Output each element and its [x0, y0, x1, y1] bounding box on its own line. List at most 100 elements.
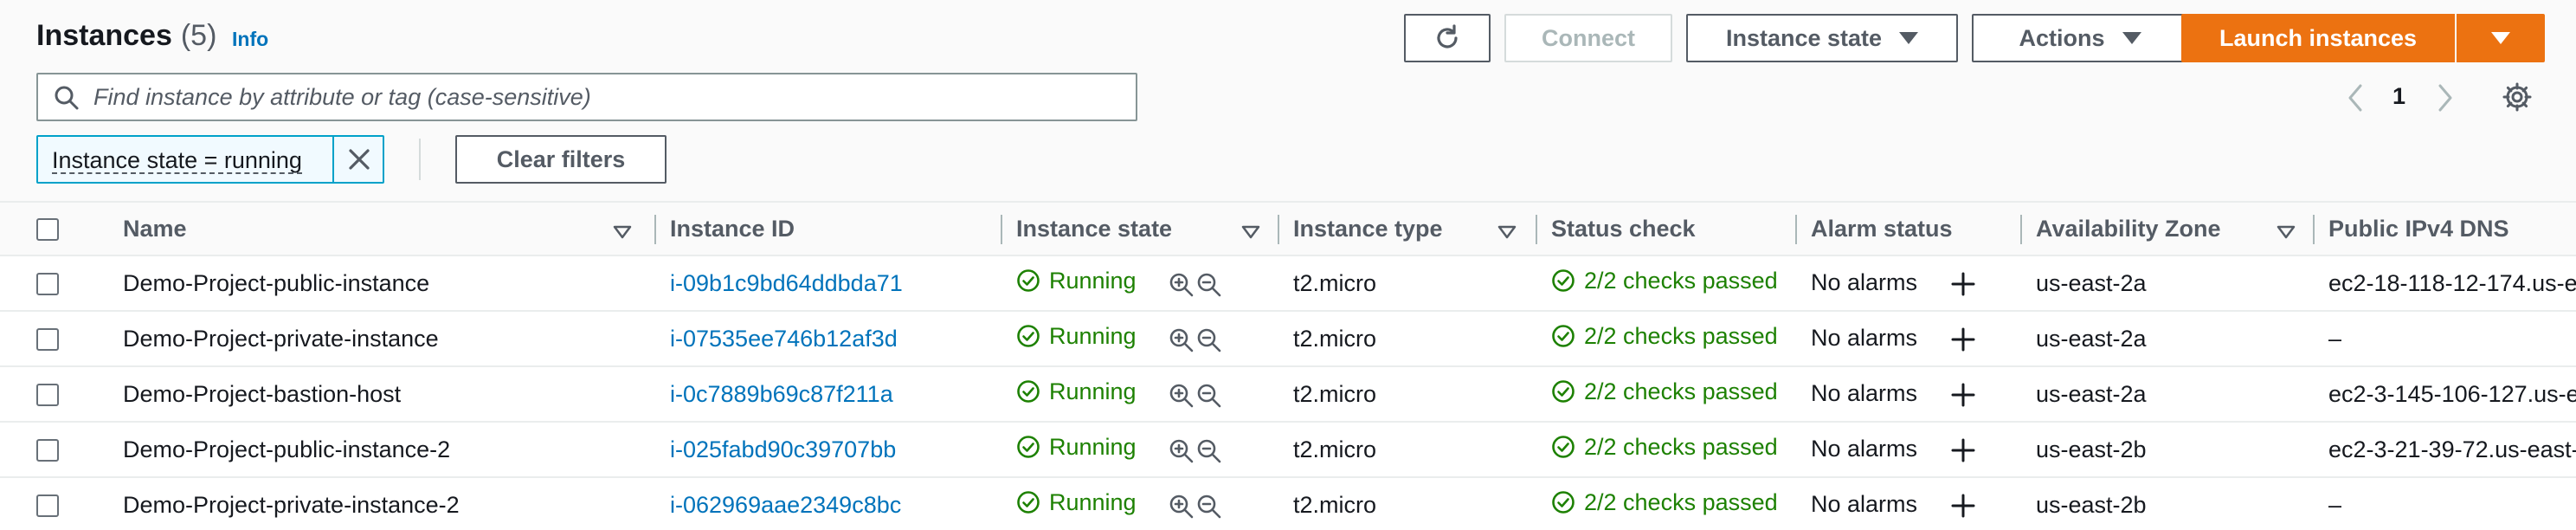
table-row[interactable]: Demo-Project-private-instance i-07535ee7… — [0, 311, 2576, 366]
connect-button[interactable]: Connect — [1504, 14, 1672, 62]
sort-caret-icon[interactable] — [1497, 225, 1517, 239]
launch-instances-button[interactable]: Launch instances — [2181, 14, 2455, 62]
row-checkbox[interactable] — [36, 494, 59, 518]
table-row[interactable]: Demo-Project-private-instance-2 i-062969… — [0, 477, 2576, 530]
status-check-cell: 2/2 checks passed — [1537, 255, 1797, 311]
row-checkbox[interactable] — [36, 439, 59, 462]
select-all-checkbox[interactable] — [36, 218, 59, 242]
check-circle-icon — [1017, 380, 1040, 404]
instance-id-cell: i-062969aae2349c8bc — [656, 477, 1002, 530]
column-header-name[interactable]: Name — [109, 201, 656, 256]
zoom-controls — [1169, 383, 1222, 409]
remove-filter-button[interactable] — [332, 137, 384, 182]
status-check[interactable]: 2/2 checks passed — [1551, 489, 1778, 516]
connect-label: Connect — [1542, 24, 1635, 51]
sort-caret-icon[interactable] — [1241, 225, 1260, 239]
select-all-cell — [0, 201, 109, 256]
instance-id-link[interactable]: i-09b1c9bd64ddbda71 — [670, 270, 903, 296]
status-check[interactable]: 2/2 checks passed — [1551, 268, 1778, 294]
availability-zone: us-east-2a — [2036, 269, 2147, 296]
column-label: Instance ID — [670, 215, 795, 242]
add-alarm-icon[interactable] — [1950, 437, 1976, 463]
clear-filters-button[interactable]: Clear filters — [455, 135, 667, 184]
column-header-instance-type[interactable]: Instance type — [1279, 201, 1537, 256]
add-alarm-icon[interactable] — [1950, 382, 1976, 408]
add-alarm-icon[interactable] — [1950, 493, 1976, 519]
table-row[interactable]: Demo-Project-public-instance-2 i-025fabd… — [0, 422, 2576, 477]
status-text: 2/2 checks passed — [1584, 267, 1778, 294]
actions-label: Actions — [2019, 24, 2105, 51]
running-status: Running — [1016, 378, 1137, 405]
instance-id-link[interactable]: i-025fabd90c39707bb — [670, 436, 896, 462]
refresh-button[interactable] — [1404, 14, 1491, 62]
table-row[interactable]: Demo-Project-bastion-host i-0c7889b69c87… — [0, 366, 2576, 422]
availability-zone: us-east-2b — [2036, 436, 2147, 462]
row-checkbox[interactable] — [36, 328, 59, 352]
status-check[interactable]: 2/2 checks passed — [1551, 378, 1778, 405]
column-label: Public IPv4 DNS — [2328, 215, 2509, 242]
zoom-in-icon[interactable] — [1169, 327, 1195, 353]
instance-name: Demo-Project-private-instance — [123, 325, 439, 352]
status-check-cell: 2/2 checks passed — [1537, 422, 1797, 477]
status-text: 2/2 checks passed — [1584, 322, 1778, 349]
gear-icon[interactable] — [2502, 81, 2533, 113]
title-text: Instances — [36, 19, 172, 52]
page-title: Instances (5) — [36, 19, 216, 53]
alarm-text: No alarms — [1811, 380, 1918, 407]
state-text: Running — [1049, 322, 1137, 349]
launch-dropdown-button[interactable] — [2457, 14, 2545, 62]
instance-type: t2.micro — [1293, 436, 1377, 462]
zoom-out-icon[interactable] — [1196, 438, 1222, 464]
status-check[interactable]: 2/2 checks passed — [1551, 434, 1778, 461]
zoom-controls — [1169, 494, 1222, 520]
column-header-instance-state[interactable]: Instance state — [1002, 201, 1279, 256]
status-check-cell: 2/2 checks passed — [1537, 477, 1797, 530]
sort-caret-icon[interactable] — [613, 225, 632, 239]
row-select-cell — [0, 366, 109, 422]
state-text: Running — [1049, 433, 1137, 460]
column-header-alarm-status[interactable]: Alarm status — [1797, 201, 2022, 256]
status-check-cell: 2/2 checks passed — [1537, 311, 1797, 366]
row-select-cell — [0, 422, 109, 477]
instance-id-link[interactable]: i-0c7889b69c87f211a — [670, 381, 893, 407]
refresh-icon — [1437, 24, 1458, 48]
actions-button[interactable]: Actions — [1972, 14, 2188, 62]
row-checkbox[interactable] — [36, 384, 59, 407]
zoom-out-icon[interactable] — [1196, 272, 1222, 298]
zoom-out-icon[interactable] — [1196, 383, 1222, 409]
status-check[interactable]: 2/2 checks passed — [1551, 323, 1778, 350]
column-header-status-check[interactable]: Status check — [1537, 201, 1797, 256]
search-icon — [55, 86, 79, 110]
zoom-in-icon[interactable] — [1169, 272, 1195, 298]
search-input[interactable] — [93, 80, 1124, 114]
sort-caret-icon[interactable] — [2277, 225, 2296, 239]
row-select-cell — [0, 477, 109, 530]
column-label: Availability Zone — [2036, 215, 2221, 242]
instance-state-button[interactable]: Instance state — [1686, 14, 1958, 62]
column-header-public-dns[interactable]: Public IPv4 DNS — [2315, 201, 2576, 256]
column-header-availability-zone[interactable]: Availability Zone — [2022, 201, 2315, 256]
alarm-status-cell: No alarms — [1797, 311, 2022, 366]
close-icon — [349, 149, 370, 170]
filter-token-label[interactable]: Instance state = running — [52, 148, 302, 174]
zoom-in-icon[interactable] — [1169, 494, 1195, 520]
zoom-in-icon[interactable] — [1169, 438, 1195, 464]
instance-id-link[interactable]: i-07535ee746b12af3d — [670, 326, 898, 352]
state-text: Running — [1049, 378, 1137, 404]
column-header-instance-id[interactable]: Instance ID — [656, 201, 1002, 256]
add-alarm-icon[interactable] — [1950, 271, 1976, 297]
instance-id-link[interactable]: i-062969aae2349c8bc — [670, 492, 901, 518]
status-text: 2/2 checks passed — [1584, 488, 1778, 515]
status-text: 2/2 checks passed — [1584, 378, 1778, 404]
zoom-in-icon[interactable] — [1169, 383, 1195, 409]
info-link[interactable]: Info — [232, 28, 268, 51]
zoom-out-icon[interactable] — [1196, 494, 1222, 520]
add-alarm-icon[interactable] — [1950, 326, 1976, 352]
chevron-right-icon[interactable] — [2436, 83, 2455, 113]
zoom-out-icon[interactable] — [1196, 327, 1222, 353]
table-row[interactable]: Demo-Project-public-instance i-09b1c9bd6… — [0, 255, 2576, 311]
row-checkbox[interactable] — [36, 273, 59, 296]
page-number[interactable]: 1 — [2392, 83, 2405, 110]
chevron-left-icon[interactable] — [2346, 83, 2365, 113]
instance-type: t2.micro — [1293, 325, 1377, 352]
